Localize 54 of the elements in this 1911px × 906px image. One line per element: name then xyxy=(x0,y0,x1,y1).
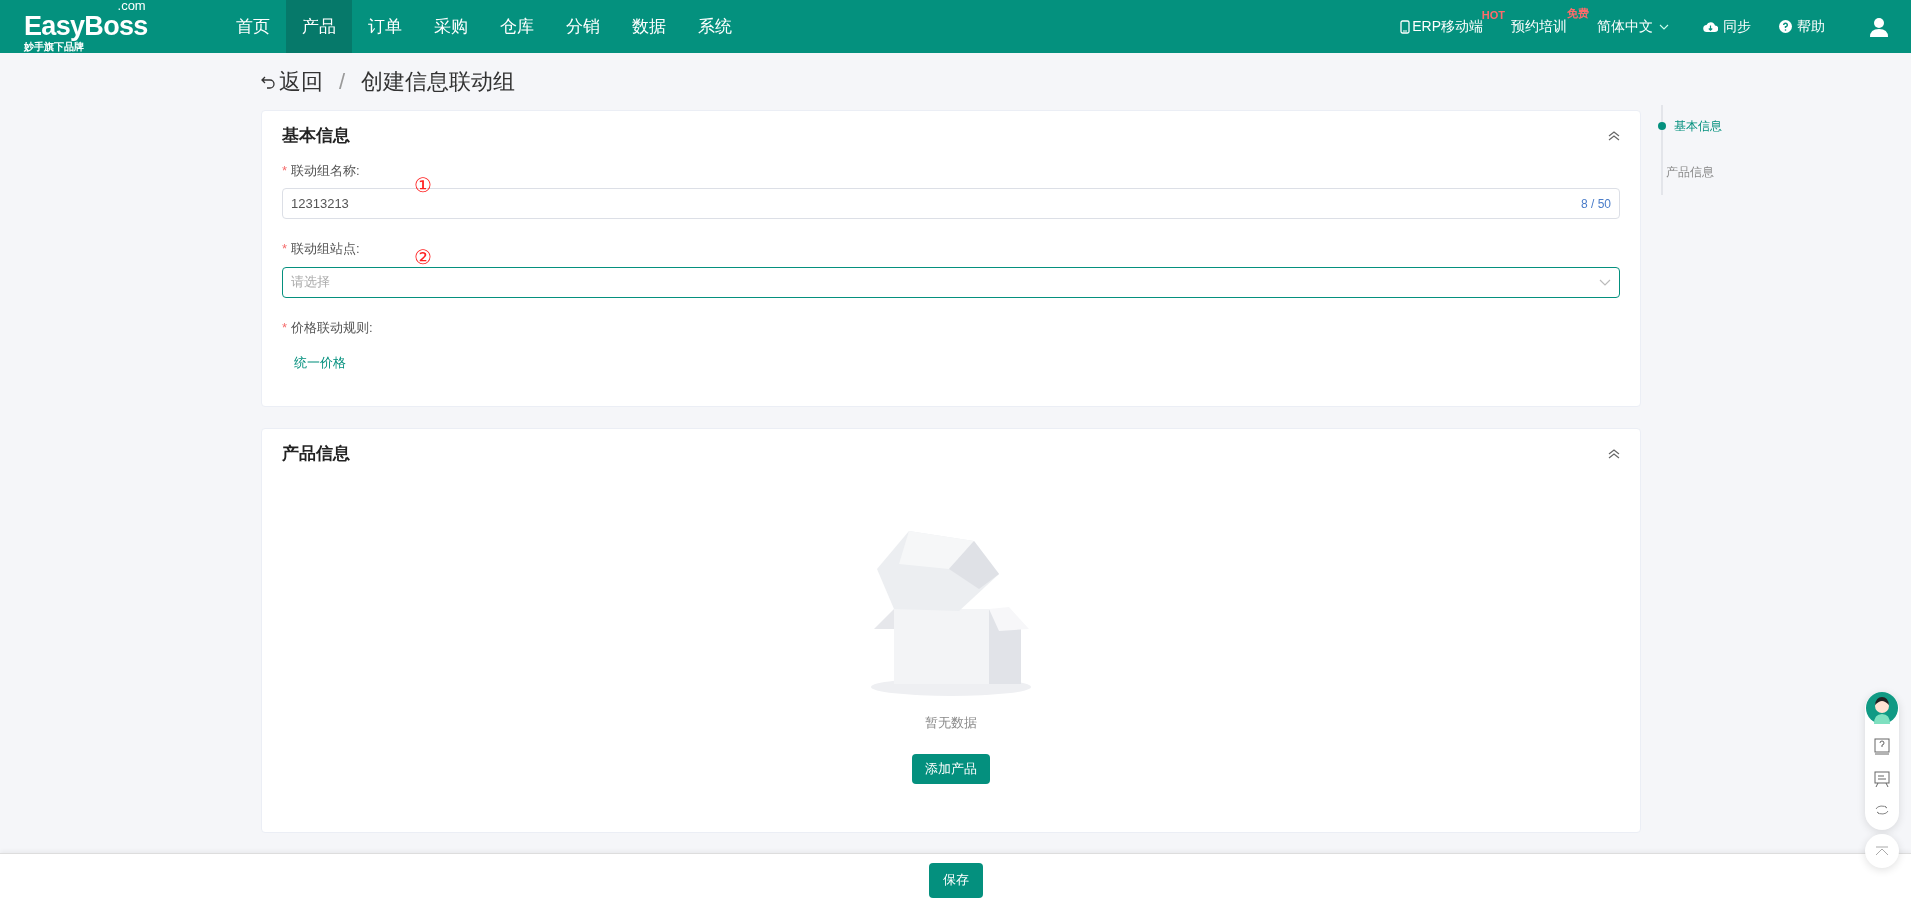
price-rule-option[interactable]: 统一价格 xyxy=(282,345,358,381)
nav-tab[interactable]: 首页 xyxy=(220,0,286,53)
arrow-up-icon xyxy=(1875,846,1889,856)
chevron-down-icon xyxy=(1659,23,1669,30)
help-icon xyxy=(1779,20,1792,33)
add-product-button[interactable]: 添加产品 xyxy=(912,754,990,784)
back-link[interactable]: 返回 xyxy=(261,65,323,98)
breadcrumb-separator: / xyxy=(339,68,346,96)
free-label: 免费 xyxy=(1567,6,1589,21)
page-title: 创建信息联动组 xyxy=(361,68,516,96)
training-link[interactable]: 预约培训 xyxy=(1511,16,1567,37)
phone-icon xyxy=(1400,19,1411,34)
refresh-icon[interactable] xyxy=(1874,802,1890,818)
nav-tab[interactable]: 采购 xyxy=(418,0,484,53)
empty-text: 暂无数据 xyxy=(925,713,977,732)
language-select[interactable]: 简体中文 xyxy=(1597,16,1669,37)
help-book-icon[interactable] xyxy=(1874,738,1890,756)
field-label: 联动组名称: xyxy=(291,161,360,180)
help-button[interactable]: 帮助 xyxy=(1779,16,1825,37)
required-mark: * xyxy=(282,240,288,258)
select-placeholder: 请选择 xyxy=(291,273,331,292)
field-label: 价格联动规则: xyxy=(291,318,373,337)
nav-tab[interactable]: 分销 xyxy=(550,0,616,53)
nav-tab[interactable]: 产品 xyxy=(286,0,352,53)
avatar-icon[interactable] xyxy=(1866,692,1898,724)
required-mark: * xyxy=(282,161,288,180)
nav-tab[interactable]: 数据 xyxy=(616,0,682,53)
field-label: 联动组站点: xyxy=(291,240,360,258)
collapse-icon[interactable] xyxy=(1608,448,1620,459)
logo-text: EasyBoss xyxy=(24,11,148,41)
user-icon[interactable] xyxy=(1869,16,1889,37)
mobile-app-link[interactable]: ERP移动端 xyxy=(1400,16,1483,37)
logo-tagline: 妙手旗下品牌 xyxy=(24,41,85,53)
section-title: 产品信息 xyxy=(282,443,350,465)
char-counter: 8 / 50 xyxy=(1580,195,1611,213)
collapse-icon[interactable] xyxy=(1608,130,1620,141)
annotation-mark: ② xyxy=(414,246,432,267)
anchor-link[interactable]: 基本信息 xyxy=(1658,117,1722,135)
required-mark: * xyxy=(282,318,288,337)
cloud-download-icon xyxy=(1703,20,1718,33)
field-value: 12313213 xyxy=(291,194,350,213)
site-select[interactable]: 请选择 xyxy=(282,266,1620,298)
nav-tab[interactable]: 仓库 xyxy=(484,0,550,53)
section-title: 基本信息 xyxy=(282,125,350,147)
nav-tab[interactable]: 订单 xyxy=(352,0,418,53)
presentation-icon[interactable] xyxy=(1874,770,1890,788)
undo-icon xyxy=(261,74,275,89)
logo-suffix: .com xyxy=(117,0,146,11)
save-button[interactable]: 保存 xyxy=(928,862,983,898)
nav-tab[interactable]: 系统 xyxy=(682,0,748,53)
hot-label: HOT xyxy=(1481,8,1505,21)
anchor-link[interactable]: 产品信息 xyxy=(1658,163,1722,181)
chevron-down-icon xyxy=(1599,278,1611,286)
sync-button[interactable]: 同步 xyxy=(1703,16,1751,37)
